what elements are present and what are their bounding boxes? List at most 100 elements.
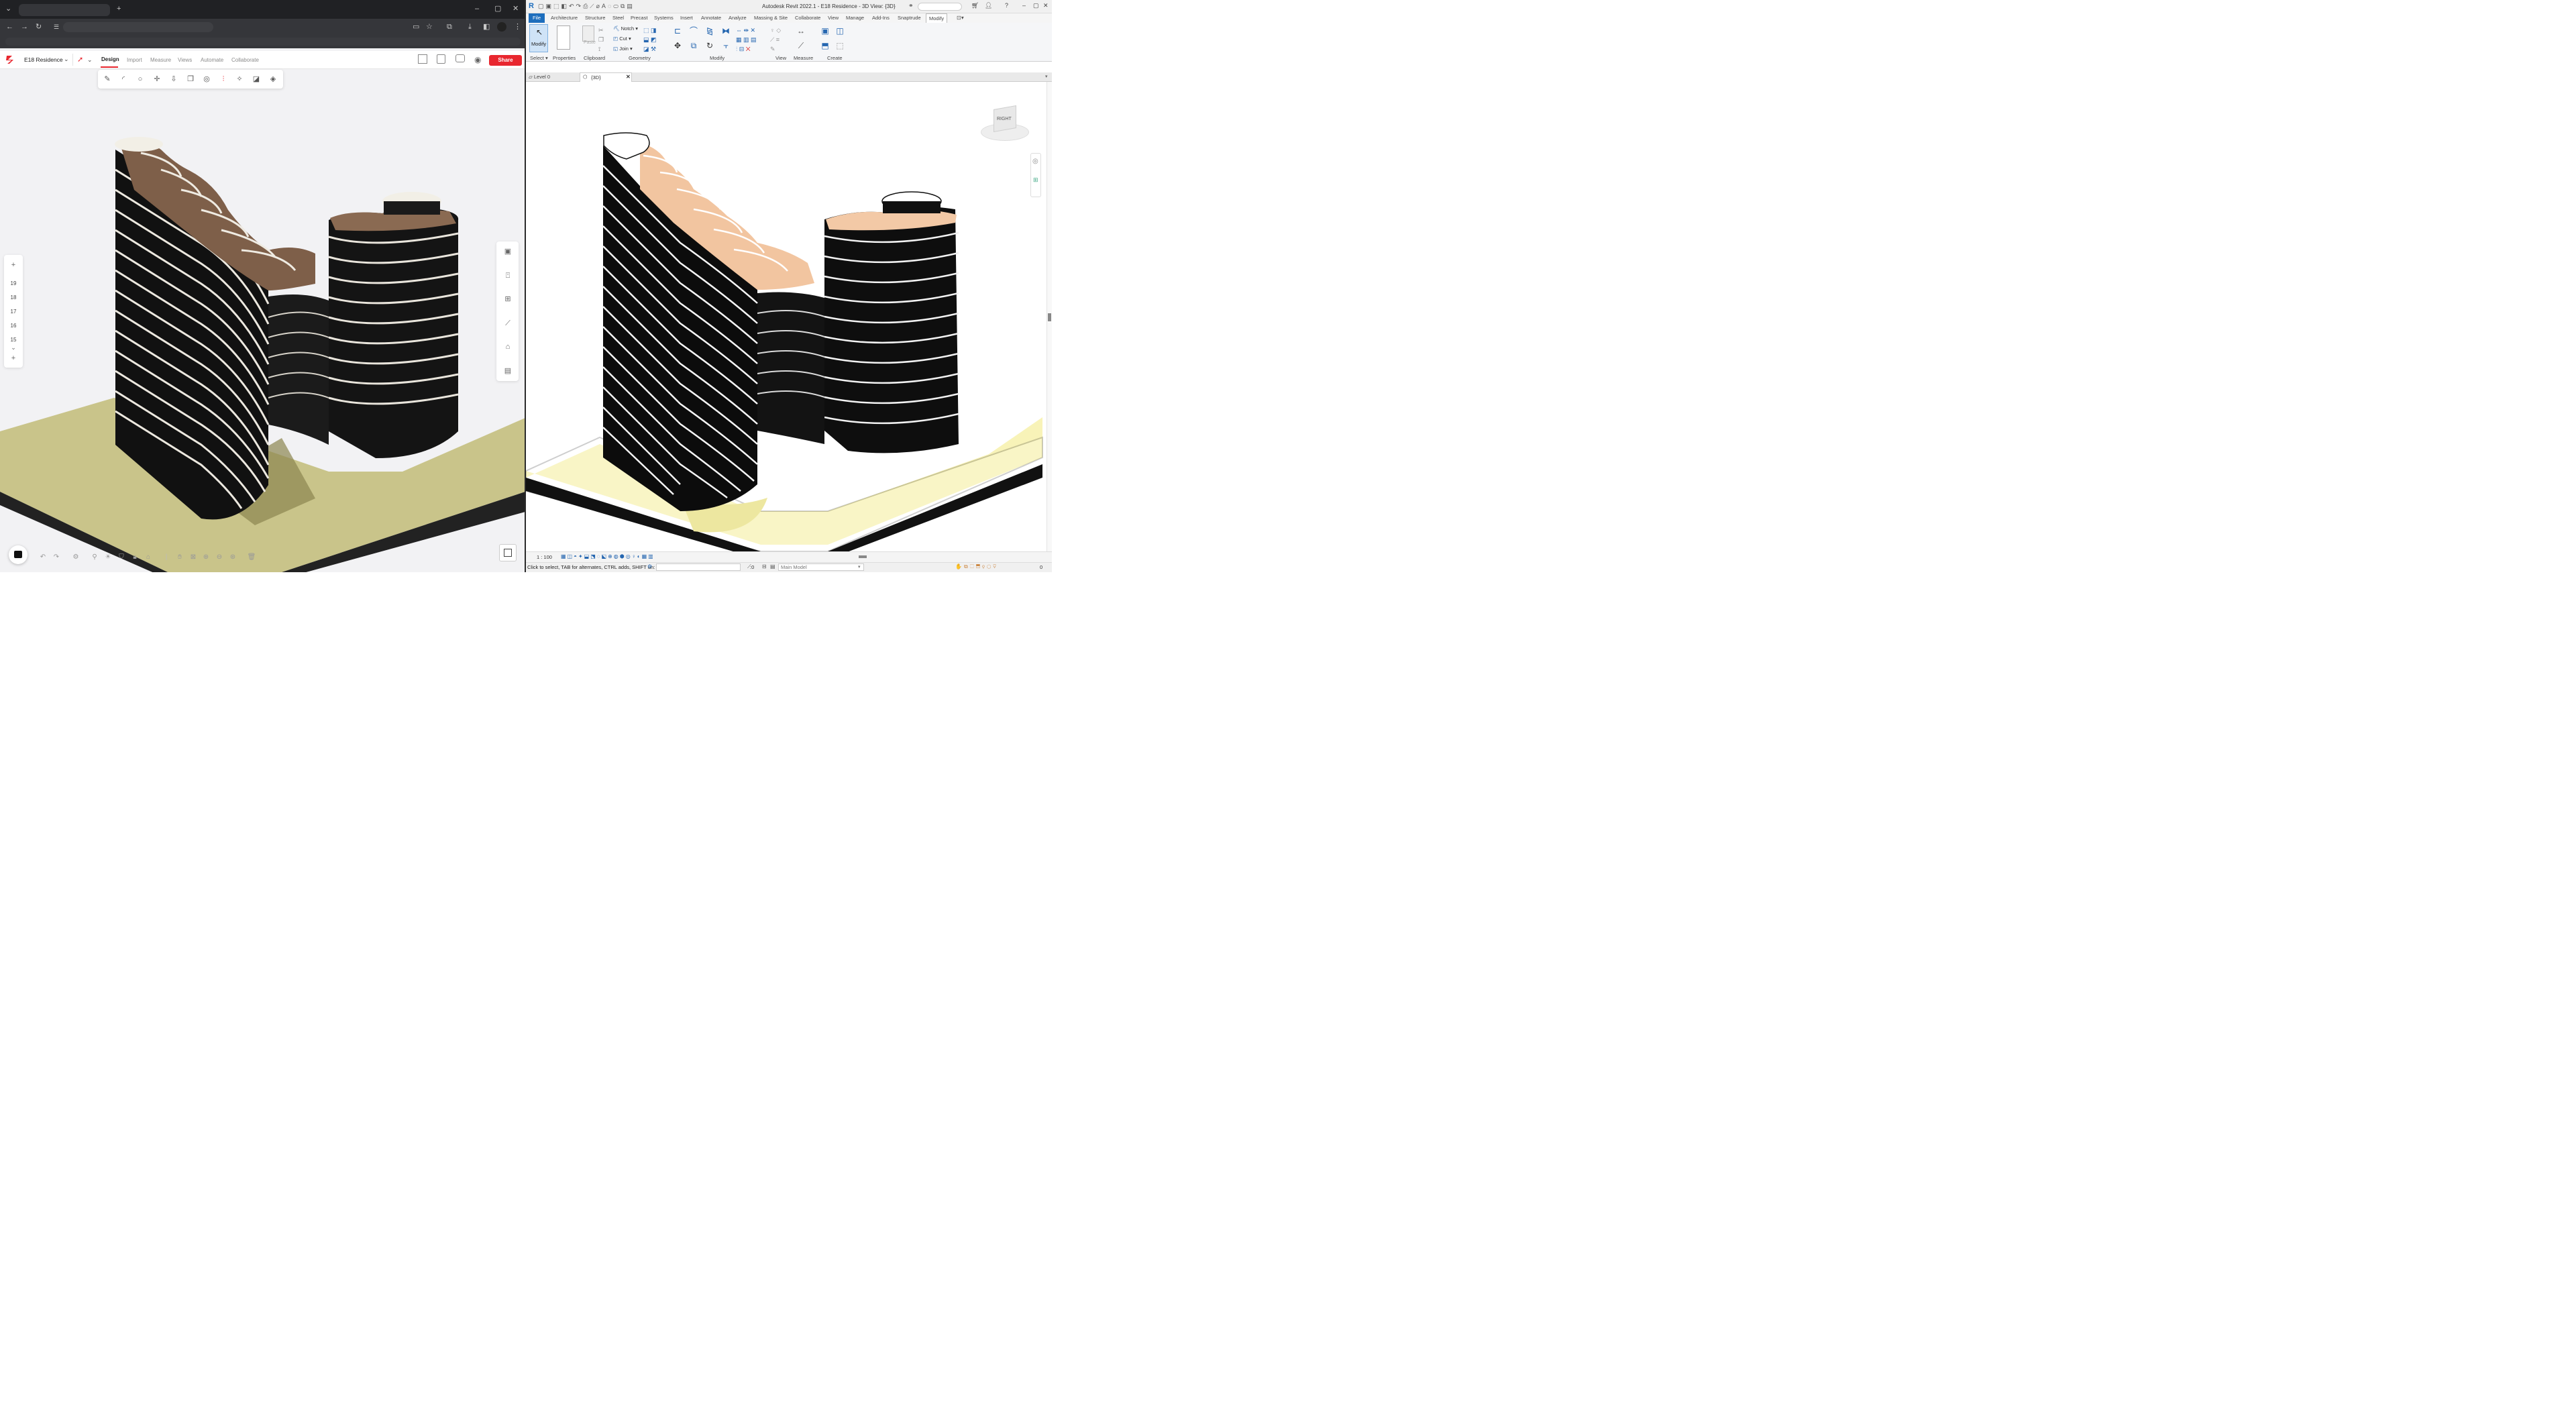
- tab-view[interactable]: View: [828, 15, 839, 21]
- comments-icon[interactable]: [455, 54, 465, 62]
- unlock-icon[interactable]: ⌂: [144, 553, 153, 562]
- create-parts-icon[interactable]: ◫: [835, 25, 845, 36]
- zoom-extents-icon[interactable]: ⊠: [189, 553, 198, 562]
- modify-small-icons[interactable]: ⇔ ⇹ ✕ ▦ ▥ ▤ ⫶ ⊟ ✕: [736, 25, 757, 54]
- elevator-icon[interactable]: ⍞: [502, 270, 514, 282]
- sheet-icon[interactable]: [437, 54, 445, 64]
- level-17[interactable]: 17: [4, 309, 23, 315]
- light-icon[interactable]: ☀: [103, 553, 113, 562]
- tab-structure[interactable]: Structure: [585, 15, 605, 21]
- workset-dropdown[interactable]: [656, 563, 741, 571]
- properties-icon[interactable]: [557, 25, 570, 50]
- levels-scroll-down-icon[interactable]: ⌄: [4, 344, 23, 352]
- help-icon[interactable]: ?: [1005, 2, 1008, 9]
- copy-tool-icon[interactable]: ⧉: [688, 40, 699, 51]
- view-cube[interactable]: RIGHT: [981, 105, 1029, 141]
- minimize-revit-icon[interactable]: –: [1022, 2, 1026, 9]
- profile-avatar[interactable]: [497, 22, 506, 32]
- mirror-axis-icon[interactable]: ⧎: [704, 25, 715, 36]
- user-icon[interactable]: 👤︎: [985, 2, 992, 9]
- cast-icon[interactable]: ▭: [413, 23, 419, 31]
- tab-collaborate[interactable]: Collaborate: [795, 15, 820, 21]
- level-18[interactable]: 18: [4, 294, 23, 301]
- grid-icon[interactable]: ⊞: [502, 293, 514, 305]
- paste-icon[interactable]: [582, 25, 594, 42]
- geometry-tools-icons[interactable]: ⬚ ◨ ⬓ ◩ ◪ ⚒: [643, 25, 657, 54]
- download-icon[interactable]: ⤓: [468, 23, 472, 31]
- close-view-tab-icon[interactable]: ✕: [626, 74, 631, 80]
- zoom-in-icon[interactable]: ⊕: [201, 553, 211, 562]
- view-control-icons[interactable]: ▦◫◓✦⬓⬔◌⬕⊕◍⬢◎♀◐▦▥: [561, 553, 655, 559]
- tab-annotate[interactable]: Annotate: [701, 15, 721, 21]
- select-dropdown-icon[interactable]: ⌄: [87, 56, 93, 64]
- steering-wheel-icon[interactable]: ◎: [1032, 158, 1038, 165]
- floor-plan-icon[interactable]: ▣: [502, 246, 514, 258]
- align-icon[interactable]: ⊏: [672, 25, 683, 36]
- undo-icon[interactable]: ↶: [38, 553, 48, 562]
- reload-icon[interactable]: ↻: [36, 23, 42, 31]
- maximize-icon[interactable]: ▢: [494, 5, 501, 13]
- create-similar-icon[interactable]: ⬚: [835, 40, 845, 51]
- level-15[interactable]: 15: [4, 337, 23, 343]
- measure-between-icon[interactable]: ↔: [796, 25, 806, 36]
- minimize-icon[interactable]: –: [475, 5, 479, 13]
- revit-3d-viewport[interactable]: [526, 82, 1046, 551]
- ribbon-options-icon[interactable]: ⊡▾: [957, 15, 964, 21]
- move-tool-icon[interactable]: ✥: [672, 40, 683, 51]
- tab-search-icon[interactable]: ⌄: [5, 5, 11, 13]
- rotate-icon[interactable]: ↻: [704, 40, 715, 51]
- add-level-top-icon[interactable]: +: [4, 261, 23, 269]
- side-panel-icon[interactable]: ◧: [483, 23, 490, 31]
- view-tools-icons[interactable]: ♀ ◇ ⟋ ≡ ✎: [770, 25, 781, 54]
- cut-button[interactable]: ◰ Cut ▾: [613, 36, 631, 42]
- settings-icon[interactable]: ⚙: [71, 553, 80, 562]
- extensions-icon[interactable]: ⧉: [447, 23, 452, 31]
- forward-icon[interactable]: →: [21, 23, 28, 31]
- menu-automate[interactable]: Automate: [201, 57, 223, 63]
- mirror-draw-icon[interactable]: ⧓: [720, 25, 731, 36]
- vertical-scrollbar[interactable]: [1046, 82, 1052, 551]
- sofa-icon[interactable]: ⌂: [502, 341, 514, 353]
- search-input[interactable]: [918, 3, 962, 11]
- scrollbar-thumb[interactable]: [1048, 313, 1051, 321]
- paint-icon[interactable]: ⛉: [117, 553, 126, 562]
- project-name[interactable]: E18 Residence: [24, 56, 63, 63]
- zoom-region-icon[interactable]: ⊞: [1033, 176, 1038, 184]
- clipboard-small-icons[interactable]: ✂ ❐ ⟟: [598, 25, 604, 54]
- tab-insert[interactable]: Insert: [680, 15, 693, 21]
- browser-tab[interactable]: [19, 4, 110, 16]
- quick-access-toolbar[interactable]: ▢▣⬚◧↶↷⎙⟋⌀A◌⬭⧉▤: [538, 3, 635, 10]
- menu-collaborate[interactable]: Collaborate: [231, 57, 259, 63]
- tab-steel[interactable]: Steel: [612, 15, 624, 21]
- view-scale[interactable]: 1 : 100: [537, 554, 552, 560]
- cart-icon[interactable]: 🛒︎: [971, 2, 979, 9]
- project-dropdown-icon[interactable]: ⌄: [64, 56, 69, 63]
- menu-design[interactable]: Design: [101, 56, 119, 62]
- modify-button[interactable]: ↖ Modify: [529, 24, 548, 52]
- back-icon[interactable]: ←: [6, 23, 13, 31]
- delete-icon[interactable]: 🗑︎: [247, 553, 256, 562]
- pan-hand-icon[interactable]: ✋︎: [175, 553, 184, 562]
- tab-massing-site[interactable]: Massing & Site: [754, 15, 788, 21]
- tab-manage[interactable]: Manage: [846, 15, 864, 21]
- binoculars-icon[interactable]: ⚭: [908, 2, 914, 9]
- floor-plan-view-icon[interactable]: [418, 54, 427, 64]
- snap-icon[interactable]: ⚲: [90, 553, 99, 562]
- join-button[interactable]: ◱ Join ▾: [613, 46, 633, 52]
- add-level-bottom-icon[interactable]: +: [4, 354, 23, 362]
- chat-launcher-button[interactable]: [9, 545, 28, 564]
- tab-precast[interactable]: Precast: [631, 15, 647, 21]
- model-select-dropdown[interactable]: Main Model ▾: [778, 563, 864, 571]
- level-16[interactable]: 16: [4, 323, 23, 329]
- select-cursor-icon[interactable]: ➚: [77, 55, 83, 64]
- offset-tool-icon[interactable]: ⌒: [688, 25, 699, 36]
- tab-modify[interactable]: Modify: [926, 13, 948, 23]
- snaptrude-logo-icon[interactable]: [5, 54, 15, 65]
- close-window-icon[interactable]: ✕: [513, 5, 519, 13]
- selection-option-icons[interactable]: ✋⧉⬚⬒⚲⬡⊽: [955, 563, 998, 570]
- menu-measure[interactable]: Measure: [150, 57, 171, 63]
- bookmark-star-icon[interactable]: ☆: [426, 23, 433, 31]
- measure-icon[interactable]: ⟋: [502, 317, 514, 329]
- tab-file[interactable]: File: [529, 13, 545, 23]
- zoom-window-icon[interactable]: ⊛: [228, 553, 237, 562]
